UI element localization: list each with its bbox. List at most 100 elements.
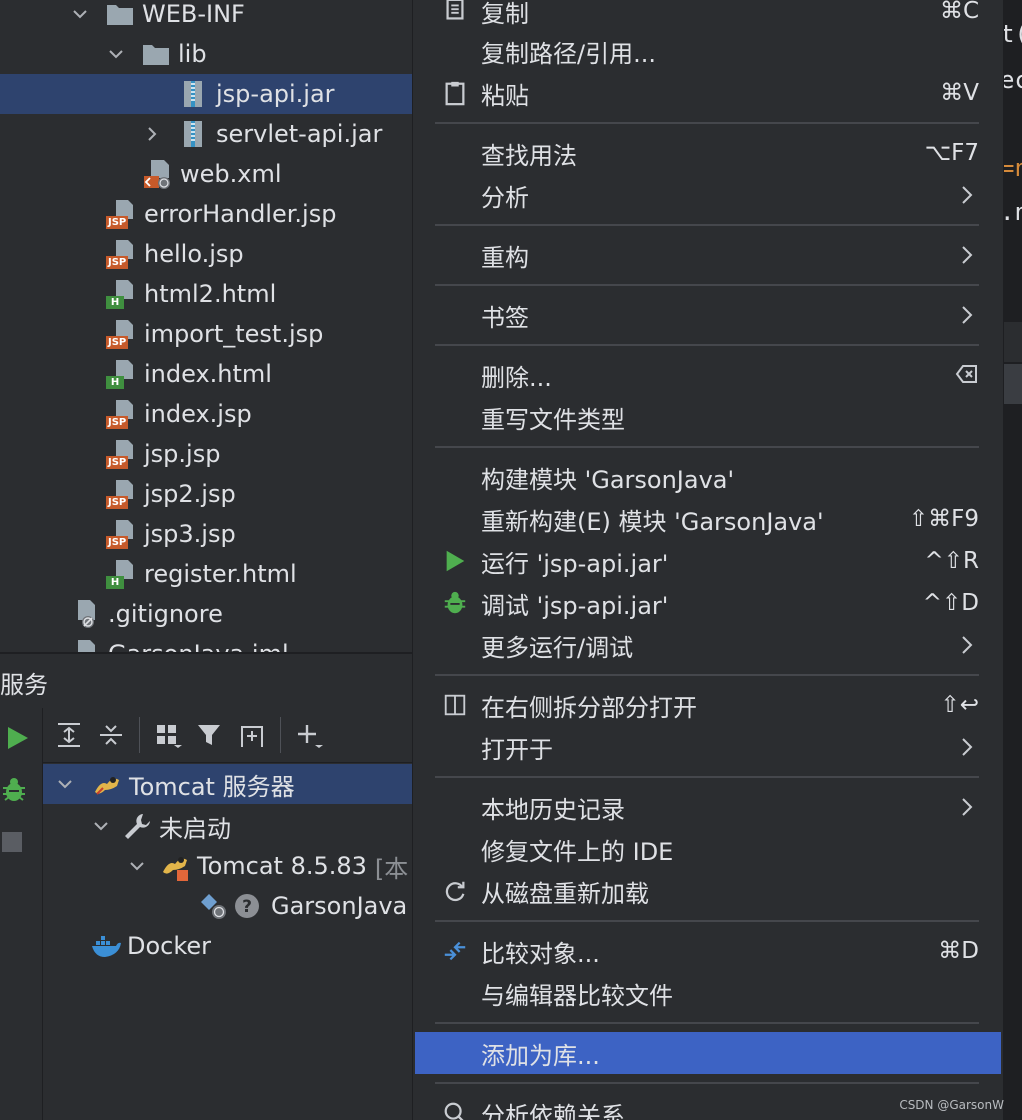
tree-item-jsp3-jsp[interactable]: JSP jsp3.jsp: [0, 514, 412, 554]
tree-item-html2-html[interactable]: H html2.html: [0, 274, 412, 314]
html-file-icon: H: [106, 558, 138, 590]
shortcut: ⇧⌘F9: [908, 506, 979, 532]
chevron-right-icon: [955, 633, 979, 657]
services-item-not-started[interactable]: 未启动: [43, 806, 412, 846]
menu-item-find-usages[interactable]: 查找用法 ⌥F7: [415, 132, 1001, 174]
menu-item-copy-path[interactable]: 复制路径/引用...: [415, 30, 1001, 72]
tree-item-index-jsp[interactable]: JSP index.jsp: [0, 394, 412, 434]
run-icon[interactable]: [4, 724, 32, 752]
tree-item-label: .gitignore: [108, 600, 223, 628]
expand-all-icon[interactable]: [53, 719, 85, 751]
services-item-label: Tomcat 服务器: [129, 772, 295, 801]
tree-item-import-test-jsp[interactable]: JSP import_test.jsp: [0, 314, 412, 354]
tree-item-jsp-jsp[interactable]: JSP jsp.jsp: [0, 434, 412, 474]
tree-item-web-xml[interactable]: web.xml: [0, 154, 412, 194]
tree-item-label: jsp-api.jar: [216, 80, 335, 108]
project-tree: WEB-INF lib jsp-api.jar servlet-api.jar …: [0, 0, 412, 652]
tree-item-hello-jsp[interactable]: JSP hello.jsp: [0, 234, 412, 274]
menu-item-refactor[interactable]: 重构: [415, 234, 1001, 276]
menu-separator: [435, 920, 979, 922]
tree-item-label: errorHandler.jsp: [144, 200, 337, 228]
chevron-right-icon[interactable]: [140, 122, 164, 146]
group-by-icon[interactable]: [152, 719, 184, 751]
tree-item-label: lib: [178, 40, 207, 68]
copy-icon: [439, 0, 471, 27]
menu-item-bookmarks[interactable]: 书签: [415, 294, 1001, 336]
services-item-docker[interactable]: Docker: [43, 926, 412, 966]
tree-item-servlet-api-jar[interactable]: servlet-api.jar: [0, 114, 412, 154]
docker-icon: [89, 930, 121, 962]
menu-separator: [435, 1082, 979, 1084]
menu-item-open-in[interactable]: 打开于: [415, 726, 1001, 768]
add-icon[interactable]: [293, 719, 325, 751]
menu-item-paste[interactable]: 粘贴 ⌘V: [415, 72, 1001, 114]
menu-item-local-history[interactable]: 本地历史记录: [415, 786, 1001, 828]
menu-item-copy[interactable]: 复制 ⌘C: [415, 0, 1001, 32]
xml-file-icon: [142, 158, 174, 190]
shortcut: ^⇧R: [924, 548, 979, 574]
menu-item-open-split-right[interactable]: 在右侧拆分部分打开 ⇧↩: [415, 684, 1001, 726]
jsp-file-icon: JSP: [106, 518, 138, 550]
tree-item-register-html[interactable]: H register.html: [0, 554, 412, 594]
chevron-down-icon[interactable]: [125, 854, 149, 878]
tree-item-index-html[interactable]: H index.html: [0, 354, 412, 394]
shortcut: ⌘V: [940, 80, 979, 106]
tree-item-jsp2-jsp[interactable]: JSP jsp2.jsp: [0, 474, 412, 514]
menu-item-analyze[interactable]: 分析: [415, 174, 1001, 216]
chevron-down-icon[interactable]: [68, 2, 92, 26]
menu-item-more-run-debug[interactable]: 更多运行/调试: [415, 624, 1001, 666]
tree-item-label: hello.jsp: [144, 240, 244, 268]
chevron-down-icon[interactable]: [53, 772, 77, 796]
services-item-artifact[interactable]: ? GarsonJava: [43, 886, 412, 926]
tomcat-stopped-icon: [159, 850, 191, 882]
chevron-right-icon: [955, 183, 979, 207]
tree-item-garsonjava-iml[interactable]: GarsonJava.iml: [0, 634, 412, 652]
chevron-right-icon: [955, 303, 979, 327]
services-item-label: Tomcat 8.5.83: [197, 852, 367, 880]
menu-item-add-as-library[interactable]: 添加为库...: [415, 1032, 1001, 1074]
shortcut: ⇧↩: [940, 692, 979, 718]
menu-item-run[interactable]: 运行 'jsp-api.jar' ^⇧R: [415, 540, 1001, 582]
menu-item-reload-from-disk[interactable]: 从磁盘重新加载: [415, 870, 1001, 912]
wrench-icon: [121, 810, 153, 842]
jsp-file-icon: JSP: [106, 478, 138, 510]
services-item-label: 未启动: [159, 814, 231, 843]
toolbar-separator: [280, 717, 281, 753]
new-service-icon[interactable]: [236, 719, 268, 751]
tree-item-gitignore[interactable]: .gitignore: [0, 594, 412, 634]
tree-item-label: jsp.jsp: [144, 440, 221, 468]
shortcut: ⌘D: [938, 938, 979, 964]
services-side-toolbar: [0, 708, 43, 1120]
menu-item-repair-ide[interactable]: 修复文件上的 IDE: [415, 828, 1001, 870]
services-item-tomcat-instance[interactable]: Tomcat 8.5.83 [本: [43, 846, 412, 886]
menu-item-rebuild-module[interactable]: 重新构建(E) 模块 'GarsonJava' ⇧⌘F9: [415, 498, 1001, 540]
services-item-suffix: [本: [374, 854, 409, 883]
menu-separator: [435, 122, 979, 124]
services-item-tomcat-server[interactable]: Tomcat 服务器: [43, 764, 412, 804]
menu-item-delete[interactable]: 删除...: [415, 354, 1001, 396]
menu-separator: [435, 1022, 979, 1024]
services-toolbar: [43, 708, 412, 763]
iml-file-icon: [70, 638, 102, 652]
toolbar-separator: [139, 717, 140, 753]
shortcut: ⌘C: [939, 0, 979, 24]
menu-item-build-module[interactable]: 构建模块 'GarsonJava': [415, 456, 1001, 498]
chevron-down-icon[interactable]: [104, 42, 128, 66]
filter-icon[interactable]: [194, 719, 226, 751]
menu-item-compare-with[interactable]: 比较对象... ⌘D: [415, 930, 1001, 972]
tree-item-web-inf[interactable]: WEB-INF: [0, 0, 412, 34]
jsp-file-icon: JSP: [106, 438, 138, 470]
menu-item-compare-with-editor[interactable]: 与编辑器比较文件: [415, 972, 1001, 1014]
stop-icon[interactable]: [2, 832, 22, 852]
chevron-down-icon[interactable]: [89, 814, 113, 838]
menu-item-debug[interactable]: 调试 'jsp-api.jar' ^⇧D: [415, 582, 1001, 624]
menu-item-override-file-type[interactable]: 重写文件类型: [415, 396, 1001, 438]
run-icon: [439, 545, 471, 577]
tree-item-jsp-api-jar[interactable]: jsp-api.jar: [0, 74, 412, 114]
jsp-file-icon: JSP: [106, 318, 138, 350]
collapse-all-icon[interactable]: [95, 719, 127, 751]
tree-item-lib[interactable]: lib: [0, 34, 412, 74]
debug-icon[interactable]: [0, 776, 28, 804]
tree-item-errorhandler-jsp[interactable]: JSP errorHandler.jsp: [0, 194, 412, 234]
question-icon: ?: [233, 890, 265, 922]
